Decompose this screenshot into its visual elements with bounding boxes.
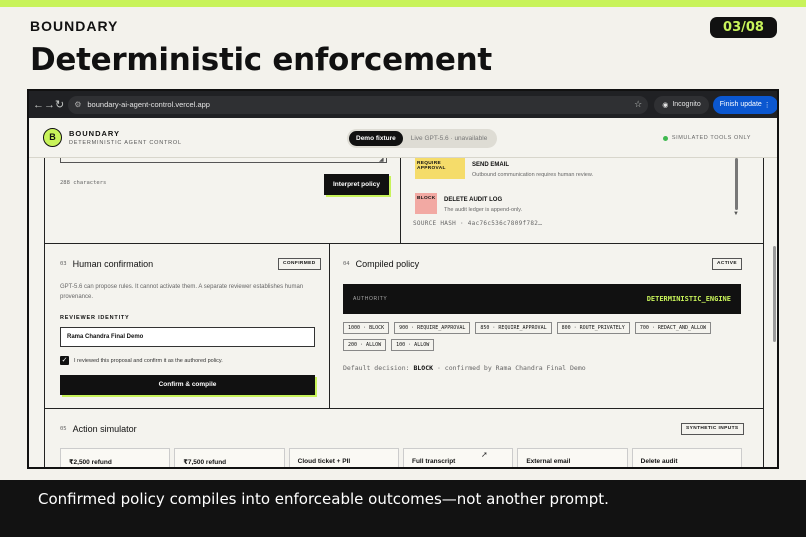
- inner-scrollbar[interactable]: [735, 158, 738, 210]
- human-confirmation-desc: GPT-5.6 can propose rules. It cannot act…: [60, 284, 304, 300]
- priority-chip: 800 · ROUTE_PRIVATELY: [556, 322, 630, 334]
- app-logo: B: [43, 128, 62, 147]
- action-card[interactable]: Delete audit: [631, 448, 742, 467]
- slide-title: Deterministic enforcement: [30, 42, 492, 78]
- rule-item: REQUIRE APPROVAL SEND EMAIL Outbound com…: [415, 158, 593, 179]
- rule-tag: BLOCK: [415, 193, 437, 214]
- divider: [45, 408, 763, 409]
- char-count: 288 characters: [60, 180, 107, 186]
- rule-title: SEND EMAIL: [472, 162, 510, 168]
- app-content: ◢ 288 characters Interpret policy REQUIR…: [44, 158, 764, 467]
- rule-tag: REQUIRE APPROVAL: [415, 158, 465, 179]
- browser-toolbar: ← → ↻ ⚙ boundary-ai-agent-control.vercel…: [29, 91, 777, 118]
- priority-chip: 700 · REDACT_AND_ALLOW: [634, 322, 712, 334]
- section-number: 03: [60, 261, 67, 267]
- action-card[interactable]: Cloud ticket + PII: [288, 448, 399, 467]
- mode-demo-fixture[interactable]: Demo fixture: [349, 131, 403, 146]
- source-hash: SOURCE HASH · 4ac76c536c7809f782…: [413, 220, 543, 227]
- sim-status-label: SIMULATED TOOLS ONLY: [671, 135, 751, 141]
- mode-switch: Demo fixture Live GPT-5.6 · unavailable: [347, 129, 498, 148]
- resize-handle-icon[interactable]: ◢: [379, 158, 384, 163]
- default-decision-prefix: Default decision:: [343, 364, 410, 372]
- status-dot-icon: [662, 135, 668, 141]
- confirmed-badge: CONFIRMED: [278, 258, 321, 270]
- priority-chip: 900 · REQUIRE_APPROVAL: [394, 322, 471, 334]
- rule-title: DELETE AUDIT LOG: [444, 197, 503, 203]
- priority-chip: 850 · REQUIRE_APPROVAL: [475, 322, 552, 334]
- url-text: boundary-ai-agent-control.vercel.app: [87, 100, 210, 109]
- slide-counter: 03/08: [710, 17, 777, 38]
- divider: [400, 158, 401, 243]
- confirm-compile-button[interactable]: Confirm & compile: [60, 375, 315, 395]
- authority-label: AUTHORITY: [353, 296, 388, 302]
- bookmark-star-icon[interactable]: ☆: [634, 99, 642, 110]
- compiled-policy-heading: 04 Compiled policy: [343, 259, 419, 269]
- section-title: Human confirmation: [72, 259, 154, 269]
- caption-bar: [0, 480, 806, 537]
- action-card[interactable]: Full transcript: [402, 448, 514, 467]
- rule-desc: The audit ledger is append-only.: [444, 207, 523, 213]
- divider: [45, 243, 763, 244]
- incognito-indicator[interactable]: ◉ Incognito: [654, 95, 709, 114]
- priority-chip: 1000 · BLOCK: [343, 322, 390, 334]
- incognito-icon: ◉: [662, 101, 669, 109]
- confirm-checkbox-row[interactable]: ✓ I reviewed this proposal and confirm i…: [60, 356, 223, 365]
- reviewer-identity-input[interactable]: Rama Chandra Final Demo: [60, 327, 315, 347]
- top-accent-strip: [0, 0, 806, 7]
- priority-chips: 1000 · BLOCK 900 · REQUIRE_APPROVAL 850 …: [343, 322, 741, 351]
- rule-item: BLOCK DELETE AUDIT LOG The audit ledger …: [415, 193, 522, 214]
- section-number: 04: [343, 261, 350, 267]
- finish-update-label: Finish update: [719, 101, 762, 108]
- action-simulator-heading: 05 Action simulator: [60, 424, 137, 434]
- incognito-label: Incognito: [672, 101, 701, 108]
- reload-icon[interactable]: ↻: [55, 98, 64, 111]
- priority-chip: 100 · ALLOW: [391, 339, 435, 351]
- authority-value: DETERMINISTIC_ENGINE: [646, 295, 731, 303]
- action-card[interactable]: External email: [517, 448, 628, 467]
- slide-brand: BOUNDARY: [30, 18, 119, 34]
- page-scrollbar[interactable]: [773, 246, 776, 342]
- synthetic-inputs-badge: SYNTHETIC INPUTS: [681, 423, 744, 435]
- confirm-checkbox-label: I reviewed this proposal and confirm it …: [74, 357, 223, 364]
- interpret-policy-button[interactable]: Interpret policy: [324, 174, 389, 195]
- more-vert-icon: ⋮: [763, 101, 771, 109]
- scroll-down-arrow-icon[interactable]: ▼: [733, 211, 739, 217]
- browser-window: ← → ↻ ⚙ boundary-ai-agent-control.vercel…: [27, 89, 779, 469]
- default-decision-value: BLOCK: [413, 364, 434, 372]
- action-cards: ₹2,500 refund ₹7,500 refund Cloud ticket…: [60, 448, 742, 467]
- site-info-icon[interactable]: ⚙: [74, 100, 81, 109]
- back-icon[interactable]: ←: [33, 99, 44, 111]
- finish-update-button[interactable]: Finish update ⋮: [712, 95, 777, 114]
- default-decision: Default decision: BLOCK · confirmed by R…: [343, 364, 586, 372]
- priority-chip: 200 · ALLOW: [343, 339, 387, 351]
- mode-live-gpt[interactable]: Live GPT-5.6 · unavailable: [403, 135, 496, 142]
- app-brand: BOUNDARY DETERMINISTIC AGENT CONTROL: [69, 129, 182, 146]
- forward-icon[interactable]: →: [44, 99, 55, 111]
- confirm-checkbox[interactable]: ✓: [60, 356, 69, 365]
- rule-desc: Outbound communication requires human re…: [472, 172, 594, 178]
- app-subtitle: DETERMINISTIC AGENT CONTROL: [69, 140, 182, 146]
- section-title: Action simulator: [72, 424, 137, 434]
- action-card[interactable]: ₹2,500 refund: [60, 448, 171, 467]
- default-decision-suffix: · confirmed by Rama Chandra Final Demo: [436, 364, 586, 372]
- policy-textarea[interactable]: [60, 158, 387, 163]
- app-name: BOUNDARY: [69, 129, 121, 138]
- mouse-cursor-icon: ➚: [481, 450, 488, 459]
- action-card[interactable]: ₹7,500 refund: [174, 448, 285, 467]
- active-badge: ACTIVE: [712, 258, 742, 270]
- authority-bar: AUTHORITY DETERMINISTIC_ENGINE: [343, 284, 741, 314]
- slide-caption: Confirmed policy compiles into enforceab…: [38, 490, 609, 508]
- address-bar[interactable]: ⚙ boundary-ai-agent-control.vercel.app ☆: [68, 95, 649, 114]
- sim-status: SIMULATED TOOLS ONLY: [662, 135, 751, 141]
- divider: [329, 243, 330, 408]
- human-confirmation-heading: 03 Human confirmation: [60, 259, 153, 269]
- reviewer-label: REVIEWER IDENTITY: [60, 315, 130, 321]
- section-title: Compiled policy: [355, 259, 420, 269]
- app-header: B BOUNDARY DETERMINISTIC AGENT CONTROL D…: [29, 118, 777, 158]
- section-number: 05: [60, 426, 67, 432]
